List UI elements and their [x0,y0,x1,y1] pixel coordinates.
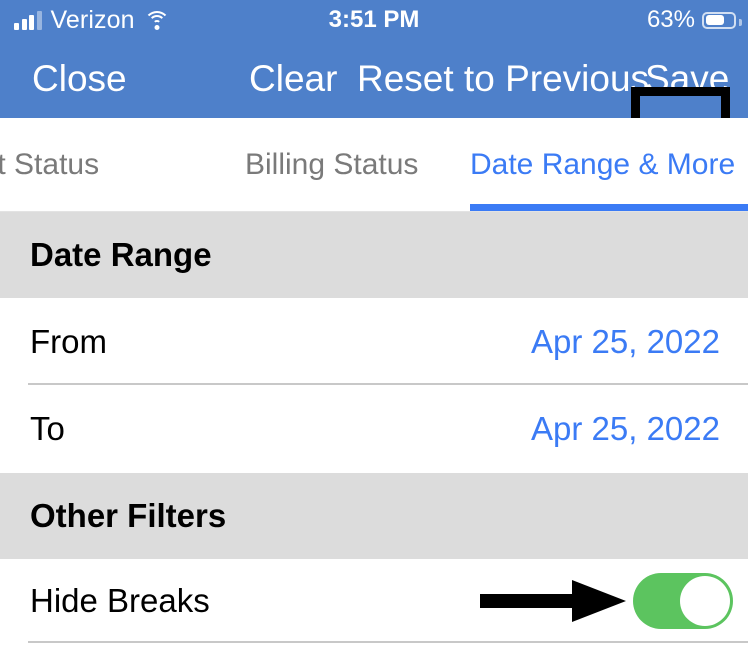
row-to[interactable]: To Apr 25, 2022 [0,385,748,472]
tab-bar: ntment Status Billing Status Date Range … [0,118,748,212]
section-title: Date Range [30,236,212,273]
tab-billing-status[interactable]: Billing Status [245,118,418,212]
section-title: Other Filters [30,497,227,534]
tab-appointment-status[interactable]: ntment Status [0,118,99,212]
phone-screen: Verizon 3:51 PM 63% Close Clear Reset to… [0,0,748,652]
status-bar-center: 3:51 PM [0,0,748,40]
toggle-knob [680,576,730,626]
reset-to-previous-button[interactable]: Reset to Previous [357,40,649,118]
battery-icon [702,11,742,29]
save-button[interactable]: Save [645,40,729,118]
row-to-label: To [30,409,65,447]
section-header-date-range: Date Range [0,212,748,298]
clock-label: 3:51 PM [328,6,420,33]
active-tab-indicator [470,204,748,211]
row-hide-breaks-label: Hide Breaks [30,581,210,619]
hide-breaks-toggle[interactable] [633,573,733,629]
row-divider [28,641,748,643]
close-button[interactable]: Close [32,40,127,118]
row-from[interactable]: From Apr 25, 2022 [0,298,748,385]
battery-percent-label: 63% [646,6,695,33]
row-to-value[interactable]: Apr 25, 2022 [531,410,720,448]
clear-button[interactable]: Clear [249,40,337,118]
row-from-value[interactable]: Apr 25, 2022 [531,323,720,361]
tab-date-range-and-more[interactable]: Date Range & More [470,118,735,212]
status-bar: Verizon 3:51 PM 63% [0,0,748,40]
navigation-bar: Close Clear Reset to Previous Save [0,40,748,152]
status-bar-right: 63% [646,0,742,40]
row-from-label: From [30,322,107,360]
section-header-other-filters: Other Filters [0,473,748,559]
